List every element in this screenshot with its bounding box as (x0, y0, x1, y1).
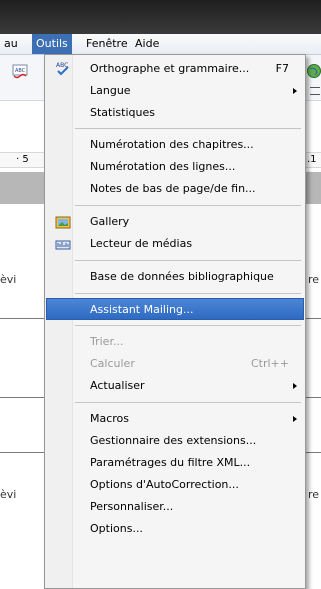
menu-fenetre[interactable]: Fenêtre (82, 34, 132, 54)
doc-text-fragment-right: re (308, 273, 320, 286)
menu-item-trier[interactable]: Trier... (47, 331, 303, 353)
globe-icon[interactable] (306, 63, 321, 79)
doc-text-fragment-left: èvi (0, 273, 17, 286)
menu-bar: au Outils Fenêtre Aide (0, 34, 321, 55)
menu-separator (75, 205, 301, 206)
menu-item-label: Macros (90, 412, 130, 425)
menu-item-calculer[interactable]: Calculer Ctrl++ (47, 353, 303, 375)
submenu-arrow-icon (293, 383, 297, 389)
menu-item-langue[interactable]: Langue (47, 80, 303, 102)
menu-item-notes[interactable]: Notes de bas de page/de fin... (47, 178, 303, 200)
page-header-band-left (0, 172, 44, 204)
menu-item-label: Actualiser (90, 379, 145, 392)
menu-item-label: Orthographe et grammaire... (90, 62, 250, 75)
submenu-arrow-icon (293, 416, 297, 422)
table-line (306, 397, 321, 398)
menu-separator (75, 293, 301, 294)
menu-item-label: Notes de bas de page/de fin... (90, 182, 256, 195)
media-player-icon (55, 240, 71, 250)
toolbar-right-strip (306, 55, 321, 101)
menu-item-statistiques[interactable]: Statistiques (47, 102, 303, 124)
submenu-arrow-icon (293, 88, 297, 94)
ruler-left: · 5 (0, 152, 44, 168)
align-lines-icon[interactable] (310, 87, 320, 95)
menu-item-label: Gallery (90, 215, 130, 228)
ruler-left-label: · 5 (16, 154, 29, 165)
doc-text-fragment-left: èvi (0, 488, 17, 501)
menu-separator (75, 260, 301, 261)
menu-item-numerotation-lignes[interactable]: Numérotation des lignes... (47, 156, 303, 178)
menu-separator (75, 128, 301, 129)
menu-item-autocorrection[interactable]: Options d'AutoCorrection... (47, 474, 303, 496)
menu-outils[interactable]: Outils (32, 34, 72, 54)
menu-item-label: Paramétrages du filtre XML... (90, 456, 251, 469)
menu-affichage-fragment[interactable]: au (0, 34, 22, 54)
menu-item-label: Langue (90, 84, 131, 97)
menu-item-assistant-mailing[interactable]: Assistant Mailing... (46, 298, 304, 320)
page-header-band-right (306, 172, 321, 204)
menu-item-label: Personnaliser... (90, 500, 174, 513)
menu-item-label: Base de données bibliographique (90, 270, 274, 283)
menu-item-label: Options d'AutoCorrection... (90, 478, 239, 491)
menu-separator (75, 402, 301, 403)
table-line (0, 397, 44, 398)
table-line (0, 452, 44, 453)
menu-item-label: Trier... (90, 335, 124, 348)
gallery-icon (55, 216, 71, 229)
outils-dropdown-menu: ABC Orthographe et grammaire... F7 Langu… (44, 54, 306, 589)
doc-text-fragment-right: re (308, 488, 320, 501)
menu-item-label: Calculer (90, 357, 135, 370)
menu-item-lecteur-medias[interactable]: Lecteur de médias (47, 233, 303, 255)
menu-item-base-donnees[interactable]: Base de données bibliographique (47, 266, 303, 288)
menu-item-gestionnaire-extensions[interactable]: Gestionnaire des extensions... (47, 430, 303, 452)
menu-item-macros[interactable]: Macros (47, 408, 303, 430)
table-line (0, 318, 44, 319)
menu-item-orthographe[interactable]: ABC Orthographe et grammaire... F7 (47, 58, 303, 80)
menu-item-label: Statistiques (90, 106, 155, 119)
toolbar-left-strip: ABC (0, 55, 44, 101)
menu-item-label: Options... (90, 522, 143, 535)
menu-item-label: Lecteur de médias (90, 237, 193, 250)
svg-text:ABC: ABC (15, 68, 26, 74)
menu-item-personnaliser[interactable]: Personnaliser... (47, 496, 303, 518)
menu-item-label: Assistant Mailing... (90, 303, 194, 316)
menu-item-label: Numérotation des lignes... (90, 160, 236, 173)
menu-item-numerotation-chapitres[interactable]: Numérotation des chapitres... (47, 134, 303, 156)
spellcheck-abc-icon[interactable]: ABC (12, 63, 28, 79)
menu-item-options[interactable]: Options... (47, 518, 303, 540)
spellcheck-icon: ABC (56, 62, 69, 76)
menu-item-actualiser[interactable]: Actualiser (47, 375, 303, 397)
menu-separator (75, 325, 301, 326)
menu-item-shortcut: F7 (275, 62, 289, 75)
menu-item-gallery[interactable]: Gallery (47, 211, 303, 233)
menu-item-label: Gestionnaire des extensions... (90, 434, 257, 447)
table-line (306, 452, 321, 453)
menu-item-label: Numérotation des chapitres... (90, 138, 254, 151)
ruler-right: .1 · (306, 152, 321, 179)
menu-item-shortcut: Ctrl++ (250, 357, 289, 370)
window-title-bar (0, 0, 321, 34)
menu-aide[interactable]: Aide (131, 34, 163, 54)
menu-item-filtre-xml[interactable]: Paramétrages du filtre XML... (47, 452, 303, 474)
table-line (306, 318, 321, 319)
